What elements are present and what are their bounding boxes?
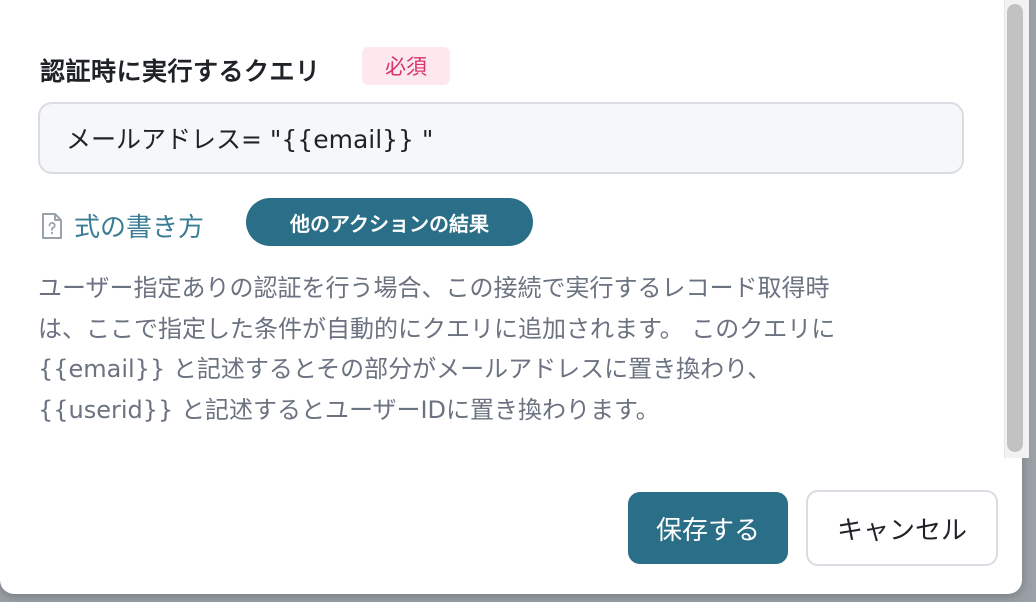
save-button[interactable]: 保存する [628,492,788,564]
query-field-label: 認証時に実行するクエリ [40,57,321,86]
query-description: ユーザー指定ありの認証を行う場合、この接続で実行するレコード取得時 は、ここで指… [38,268,978,430]
scrollbar-thumb[interactable] [1007,4,1023,452]
required-badge: 必須 [362,47,450,85]
cancel-button[interactable]: キャンセル [806,490,998,566]
formula-help-label: 式の書き方 [74,213,205,243]
description-line: ユーザー指定ありの認証を行う場合、この接続で実行するレコード取得時 [38,274,830,302]
document-help-icon [42,212,62,239]
description-line: {{email}} と記述するとその部分がメールアドレスに置き換わり、 [38,355,772,383]
query-input[interactable]: メールアドレス= "{{email}} " [38,102,964,174]
other-action-results-button[interactable]: 他のアクションの結果 [246,198,533,246]
description-line: {{userid}} と記述するとユーザーIDに置き換わります。 [38,395,660,424]
description-line: は、ここで指定した条件が自動的にクエリに追加されます。 このクエリに [38,314,836,343]
formula-help-link[interactable]: 式の書き方 [40,207,204,244]
